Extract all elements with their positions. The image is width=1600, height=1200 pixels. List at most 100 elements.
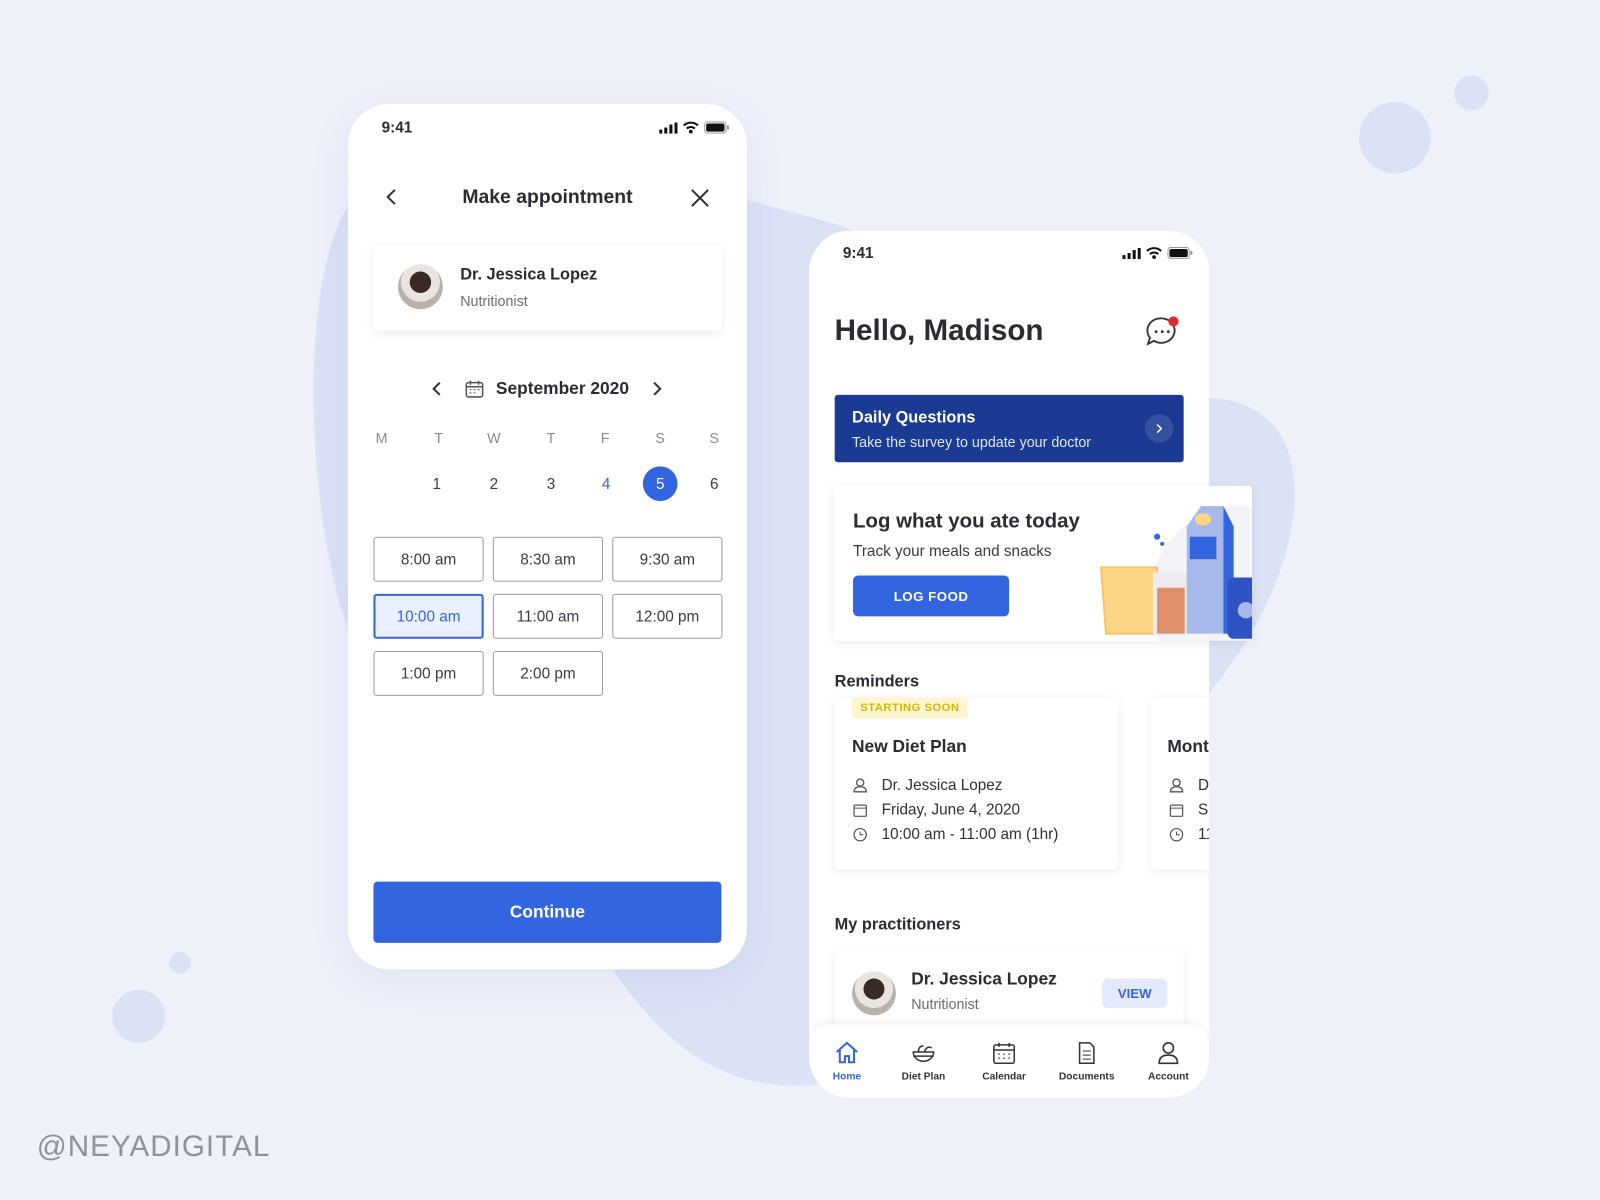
month-label: September 2020: [495, 378, 629, 398]
status-icons: [659, 121, 730, 134]
reminder-title: Mont: [1167, 736, 1209, 757]
calendar-day[interactable]: 2: [477, 466, 512, 501]
clock-icon: [853, 827, 867, 841]
close-icon[interactable]: [690, 188, 710, 208]
calendar-icon: [993, 1042, 1016, 1065]
practitioner-role: Nutritionist: [911, 995, 979, 1013]
log-food-title: Log what you ate today: [853, 510, 1080, 533]
reminder-time: 11: [1169, 826, 1209, 843]
view-button[interactable]: VIEW: [1102, 978, 1168, 1009]
chat-notification-icon[interactable]: [1145, 314, 1182, 351]
home-icon: [836, 1041, 858, 1064]
reminders-title: Reminders: [834, 673, 920, 691]
doctor-role: Nutritionist: [460, 292, 528, 310]
weekday: T: [546, 429, 556, 446]
time-slot-selected[interactable]: 10:00 am: [373, 593, 484, 639]
nav-label: Calendar: [982, 1071, 1026, 1083]
time-slot[interactable]: 8:00 am: [373, 536, 484, 582]
page-title: Make appointment: [462, 186, 633, 209]
appointment-screen: 9:41 Make appointment Dr. Jessica Lopez …: [347, 104, 747, 970]
user-icon: [1158, 1042, 1179, 1065]
home-screen: 9:41 Hello, Madison Daily Questions Take…: [809, 230, 1253, 1098]
signal-icon: [1122, 247, 1141, 259]
reminder-time-text: 11: [1197, 825, 1209, 843]
decor-circle: [1359, 102, 1431, 174]
reminder-date: S: [1169, 801, 1208, 818]
reminder-card[interactable]: Mont D S 11: [1151, 697, 1210, 870]
avatar: [397, 264, 443, 310]
reminder-date-text: Friday, June 4, 2020: [881, 801, 1021, 819]
nav-diet-plan[interactable]: Diet Plan: [883, 1041, 965, 1083]
prev-month-icon[interactable]: [432, 381, 442, 396]
weekday: S: [709, 429, 720, 446]
calendar-icon: [853, 803, 867, 817]
reminder-time-text: 10:00 am - 11:00 am (1hr): [881, 825, 1059, 843]
nav-documents[interactable]: Documents: [1046, 1041, 1128, 1083]
time-slot[interactable]: 8:30 am: [492, 536, 604, 582]
time-slot[interactable]: 9:30 am: [612, 536, 723, 582]
reminder-doctor-text: D: [1197, 776, 1210, 794]
chevron-right-icon[interactable]: [1144, 414, 1174, 443]
calendar-day[interactable]: 6: [697, 466, 732, 501]
daily-questions-title: Daily Questions: [852, 409, 976, 427]
doctor-name: Dr. Jessica Lopez: [460, 266, 598, 284]
status-time: 9:41: [842, 244, 874, 263]
time-slot[interactable]: 12:00 pm: [612, 593, 723, 639]
reminder-card[interactable]: STARTING SOON New Diet Plan Dr. Jessica …: [834, 697, 1119, 870]
nav-account[interactable]: Account: [1128, 1041, 1210, 1083]
nav-calendar[interactable]: Calendar: [963, 1041, 1045, 1083]
calendar-day-selected[interactable]: 5: [642, 466, 678, 502]
log-food-card: Log what you ate today Track your meals …: [833, 485, 1253, 641]
status-time: 9:41: [381, 119, 413, 137]
time-slot[interactable]: 11:00 am: [492, 593, 604, 639]
calendar-day-today[interactable]: 4: [589, 466, 624, 501]
nav-label: Account: [1147, 1071, 1189, 1083]
weekday: F: [600, 429, 610, 446]
reminder-title: New Diet Plan: [852, 736, 967, 757]
nav-label: Documents: [1058, 1071, 1115, 1083]
nav-label: Diet Plan: [901, 1071, 946, 1083]
avatar: [852, 971, 896, 1016]
decor-circle: [1454, 75, 1489, 111]
food-illustration: [1099, 506, 1253, 641]
signal-icon: [659, 121, 678, 134]
continue-button[interactable]: Continue: [373, 881, 722, 943]
calendar-icon: [465, 380, 484, 398]
reminder-time: 10:00 am - 11:00 am (1hr): [853, 826, 1058, 843]
salad-bowl-icon: [912, 1045, 935, 1062]
reminder-date: Friday, June 4, 2020: [853, 801, 1020, 818]
reminder-doctor-text: Dr. Jessica Lopez: [881, 776, 1003, 794]
document-icon: [1078, 1042, 1095, 1065]
decor-circle: [112, 989, 166, 1043]
daily-questions-banner[interactable]: Daily Questions Take the survey to updat…: [834, 394, 1184, 463]
nav-home[interactable]: Home: [809, 1041, 888, 1083]
battery-icon: [704, 121, 730, 134]
clock-icon: [1169, 827, 1184, 841]
weekday: S: [655, 429, 665, 446]
log-food-subtitle: Track your meals and snacks: [853, 542, 1052, 561]
user-icon: [1169, 778, 1184, 793]
calendar-day[interactable]: 1: [419, 466, 454, 501]
home-screen-body: 9:41 Hello, Madison Daily Questions Take…: [809, 230, 1210, 1098]
log-food-button[interactable]: LOG FOOD: [853, 575, 1010, 617]
greeting: Hello, Madison: [834, 314, 1044, 347]
nav-label: Home: [832, 1071, 862, 1083]
weekday: W: [487, 429, 501, 446]
decor-circle: [169, 952, 191, 974]
next-month-icon[interactable]: [652, 381, 662, 396]
doctor-card: Dr. Jessica Lopez Nutritionist: [373, 244, 722, 331]
wifi-icon: [682, 121, 699, 134]
time-slot[interactable]: 1:00 pm: [373, 651, 484, 696]
calendar-icon: [1169, 803, 1184, 817]
calendar-day[interactable]: 3: [534, 466, 569, 501]
wifi-icon: [1146, 247, 1162, 259]
status-badge: STARTING SOON: [852, 697, 968, 719]
user-icon: [853, 778, 867, 793]
reminder-doctor: Dr. Jessica Lopez: [853, 777, 1002, 794]
reminder-doctor: D: [1169, 777, 1209, 794]
time-slot[interactable]: 2:00 pm: [492, 651, 604, 696]
watermark: @NEYADIGITAL: [36, 1130, 271, 1164]
battery-icon: [1167, 246, 1193, 260]
reminder-date-text: S: [1197, 801, 1209, 819]
practitioner-name: Dr. Jessica Lopez: [911, 969, 1057, 989]
